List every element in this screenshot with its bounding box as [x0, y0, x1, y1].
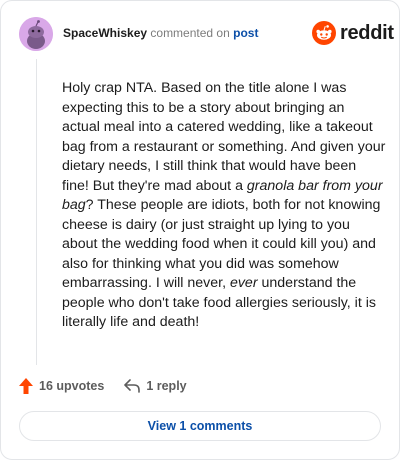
snoo-avatar-icon — [19, 17, 53, 51]
comment-header: SpaceWhiskey commented on post — [63, 26, 258, 40]
upvote-button[interactable]: 16 upvotes — [19, 378, 104, 394]
comment-body: Holy crap NTA. Based on the title alone … — [62, 79, 386, 333]
post-link[interactable]: post — [233, 26, 258, 40]
reddit-wordmark: reddit — [340, 21, 394, 44]
upvote-count: 16 upvotes — [39, 379, 105, 393]
avatar[interactable] — [19, 17, 53, 51]
reply-button[interactable]: 1 reply — [124, 379, 187, 393]
upvote-arrow-icon — [19, 378, 33, 394]
comment-card: SpaceWhiskey commented on post reddit Ho… — [0, 0, 400, 460]
action-text: commented on — [150, 26, 230, 40]
reddit-alien-icon — [312, 21, 336, 45]
username-link[interactable]: SpaceWhiskey — [63, 26, 147, 40]
reddit-logo[interactable]: reddit — [312, 21, 394, 45]
thread-line — [36, 59, 37, 365]
comment-actions: 16 upvotes 1 reply — [19, 378, 187, 394]
reply-count: 1 reply — [146, 379, 187, 393]
comment-emphasis: ever — [229, 275, 258, 291]
reply-arrow-icon — [124, 379, 141, 393]
view-comments-button[interactable]: View 1 comments — [19, 411, 381, 441]
comment-text-part: Holy crap NTA. Based on the title alone … — [62, 80, 386, 194]
